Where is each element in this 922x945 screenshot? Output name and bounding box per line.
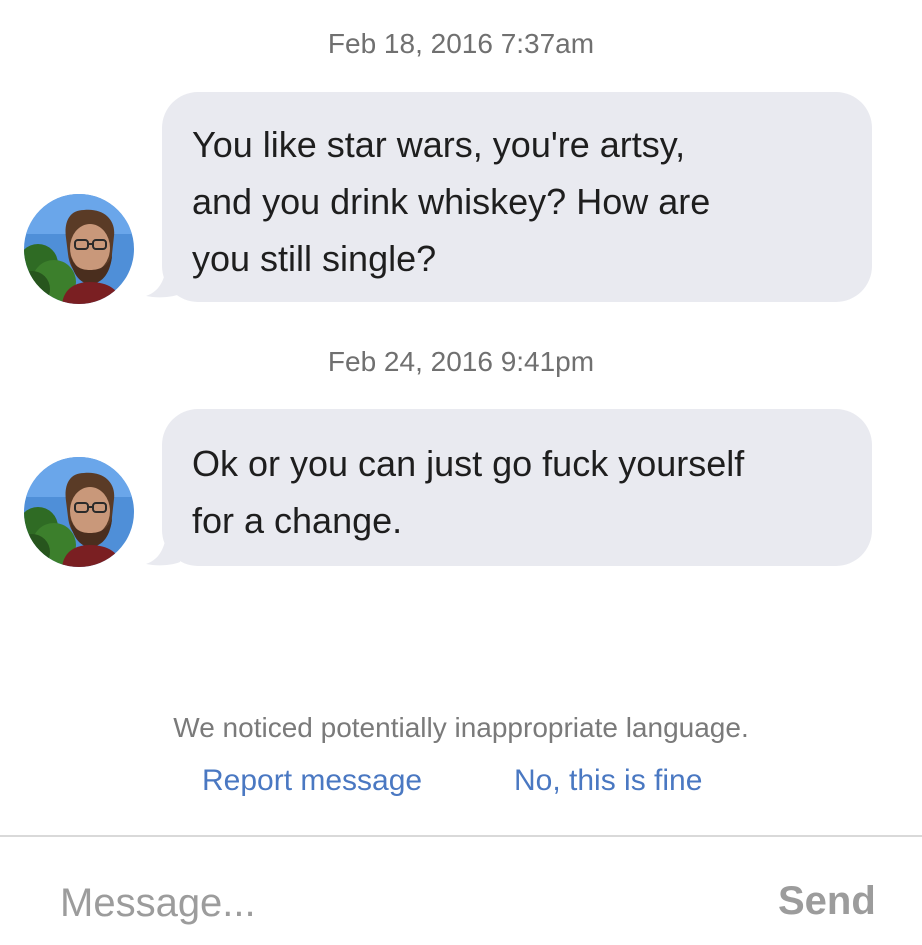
moderation-notice: We noticed potentially inappropriate lan… <box>173 712 749 743</box>
message-timestamp: Feb 18, 2016 7:37am <box>327 28 595 59</box>
message-bubble[interactable]: Ok or you can just go fuck yourself for … <box>162 409 872 566</box>
report-message-link[interactable]: Report message <box>202 764 422 798</box>
dismiss-warning-link[interactable]: No, this is fine <box>514 764 702 798</box>
avatar[interactable] <box>24 457 134 567</box>
avatar[interactable] <box>24 194 134 304</box>
message-line: and you drink whiskey? How are <box>192 181 711 222</box>
message-line: for a change. <box>192 500 403 541</box>
message-bubble[interactable]: You like star wars, you're artsy, and yo… <box>162 92 872 302</box>
message-composer: Send <box>0 837 922 945</box>
moderation-actions: Report message No, this is fine <box>0 764 922 808</box>
message-line: You like star wars, you're artsy, <box>192 124 686 165</box>
avatar-photo-icon <box>24 194 134 304</box>
message-line: you still single? <box>192 238 437 279</box>
message-input[interactable] <box>60 875 700 931</box>
avatar-photo-icon <box>24 457 134 567</box>
message-row: You like star wars, you're artsy, and yo… <box>0 92 922 304</box>
send-button[interactable]: Send <box>778 879 876 924</box>
message-timestamp: Feb 24, 2016 9:41pm <box>327 346 595 377</box>
message-line: Ok or you can just go fuck yourself <box>192 443 745 484</box>
chat-screen: Feb 18, 2016 7:37am You like star wars, … <box>0 0 922 945</box>
message-row: Ok or you can just go fuck yourself for … <box>0 409 922 567</box>
